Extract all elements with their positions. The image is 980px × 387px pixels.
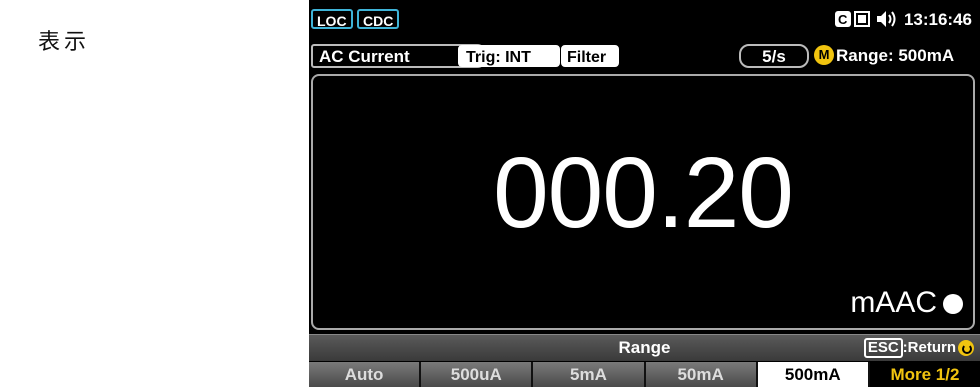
softkey-5ma[interactable]: 5mA: [533, 362, 646, 387]
filter-badge: Filter: [561, 45, 619, 67]
side-label: 表示: [38, 30, 91, 55]
clock: 13:16:46: [903, 10, 972, 29]
return-label: :Return: [902, 339, 956, 356]
softkey-more[interactable]: More 1/2: [869, 362, 980, 387]
speaker-icon: [875, 9, 901, 34]
softkey-500ma[interactable]: 500mA: [757, 362, 870, 387]
status-bar: LOC CDC C 13:16:46: [309, 6, 980, 32]
measurement-value: 000.20: [493, 137, 794, 249]
rate-badge: 5/s: [739, 44, 809, 68]
return-icon: [958, 340, 974, 357]
loc-badge: LOC: [311, 9, 353, 29]
info-bar: AC Current Trig: INT Filter 5/s M Range: …: [309, 44, 980, 70]
softkey-auto[interactable]: Auto: [309, 362, 422, 387]
c-icon: C: [835, 11, 853, 32]
softkey-bar: Auto 500uA 5mA 50mA 500mA More 1/2: [309, 362, 980, 387]
softkey-500ua[interactable]: 500uA: [421, 362, 534, 387]
esc-return-hint: ESC:Return: [863, 338, 974, 358]
unit-indicator: mAAC: [850, 286, 963, 320]
range-label: Range: 500mA: [836, 46, 955, 65]
manual-range-icon: M: [814, 45, 834, 66]
usb-icon: [854, 11, 870, 32]
measurement-display: 000.20 mAAC: [311, 74, 975, 330]
cdc-badge: CDC: [357, 9, 400, 29]
range-indicator: M Range: 500mA: [814, 44, 954, 68]
esc-key-label: ESC: [863, 338, 903, 358]
softkey-50ma[interactable]: 50mA: [645, 362, 758, 387]
svg-text:C: C: [838, 12, 848, 27]
trigger-badge: Trig: INT: [458, 45, 560, 67]
menu-title-bar: Range ESC:Return: [309, 334, 980, 361]
unit-label: mAAC: [850, 286, 937, 319]
status-dot-icon: [943, 294, 963, 315]
instrument-screen: LOC CDC C 13:16:46 AC Current Trig: INT …: [309, 0, 980, 387]
